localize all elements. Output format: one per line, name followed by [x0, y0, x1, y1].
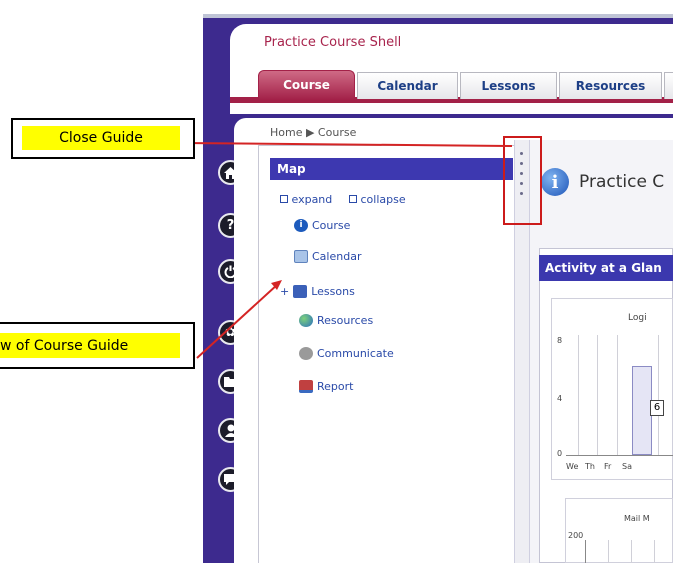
close-guide-label: Close Guide — [22, 126, 180, 150]
overview-label: w of Course Guide — [0, 333, 180, 358]
callout-arrows — [181, 142, 513, 359]
